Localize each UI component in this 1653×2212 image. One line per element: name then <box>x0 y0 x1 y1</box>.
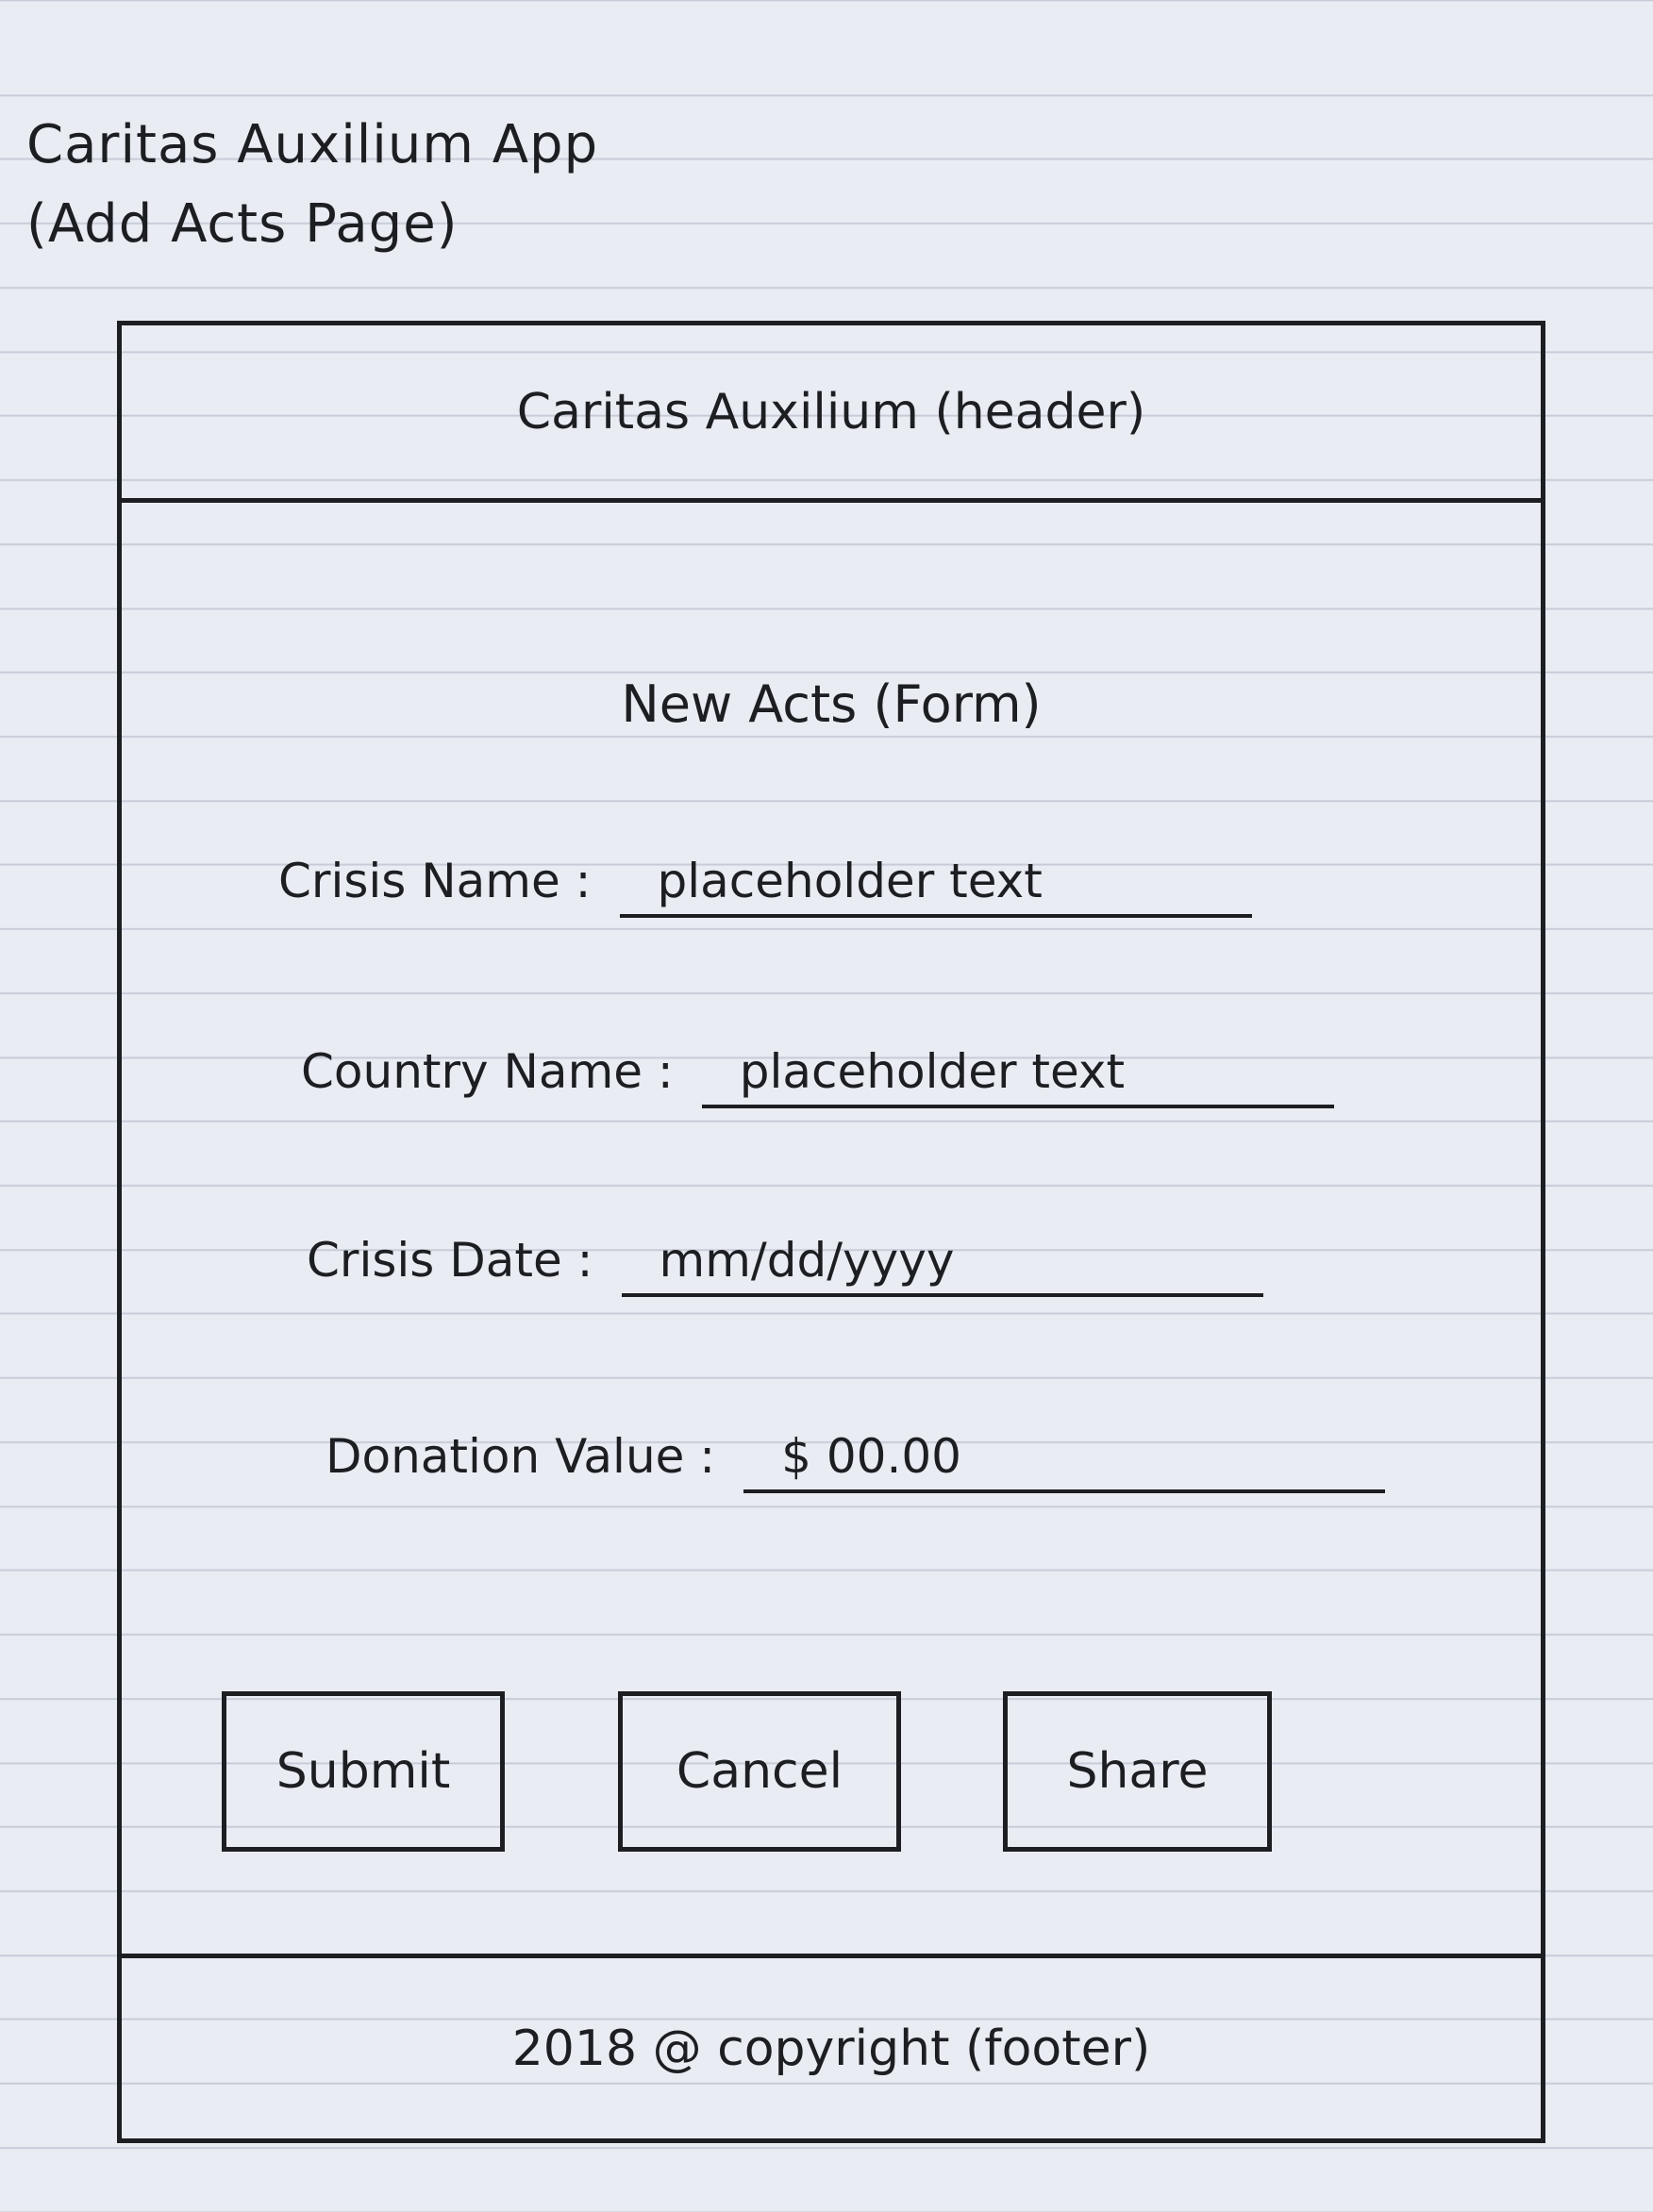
share-button[interactable]: Share <box>1003 1691 1272 1852</box>
sketch-title: Caritas Auxilium App (Add Acts Page) <box>26 106 598 264</box>
footer-copyright: 2018 @ copyright (footer) <box>511 2020 1151 2077</box>
app-footer: 2018 @ copyright (footer) <box>122 1954 1541 2138</box>
donation-value-input[interactable] <box>743 1429 1386 1493</box>
country-name-input[interactable] <box>701 1044 1334 1108</box>
phone-frame: Caritas Auxilium (header) New Acts (Form… <box>117 321 1545 2143</box>
donation-value-label: Donation Value : <box>326 1429 716 1484</box>
app-header: Caritas Auxilium (header) <box>122 325 1541 503</box>
donation-value-row: Donation Value : <box>326 1429 1386 1493</box>
crisis-name-row: Crisis Name : <box>278 854 1252 918</box>
country-name-label: Country Name : <box>301 1044 674 1099</box>
country-name-row: Country Name : <box>301 1044 1334 1108</box>
submit-button[interactable]: Submit <box>222 1691 505 1852</box>
sketch-title-page-name: (Add Acts Page) <box>26 193 459 255</box>
crisis-date-label: Crisis Date : <box>307 1233 593 1288</box>
header-title: Caritas Auxilium (header) <box>516 383 1146 441</box>
crisis-date-row: Crisis Date : <box>307 1233 1263 1297</box>
cancel-button[interactable]: Cancel <box>618 1691 901 1852</box>
crisis-name-input[interactable] <box>619 854 1252 918</box>
crisis-date-input[interactable] <box>621 1233 1263 1297</box>
form-title: New Acts (Form) <box>621 674 1042 734</box>
sketch-title-app-name: Caritas Auxilium App <box>26 114 599 175</box>
crisis-name-label: Crisis Name : <box>278 854 592 908</box>
